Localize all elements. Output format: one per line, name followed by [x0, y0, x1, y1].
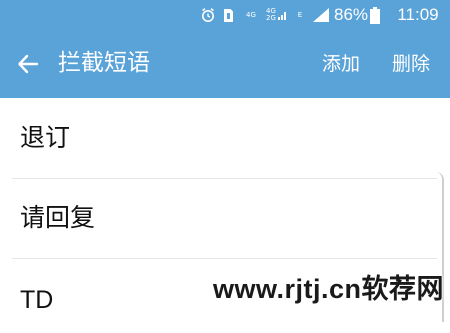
network-4g-indicator: 4G — [243, 0, 259, 30]
network-4g-label: 4G — [246, 10, 256, 19]
add-button[interactable]: 添加 — [322, 48, 360, 80]
app-bar: 拦截短语 添加 删除 — [0, 30, 450, 98]
list-item-label: 退订 — [20, 123, 71, 152]
list-item-label: 请回复 — [20, 203, 96, 232]
sim-icon — [222, 0, 234, 30]
battery-percent: 86% — [333, 5, 369, 24]
list-item[interactable]: 请回复 — [0, 178, 450, 258]
alarm-icon — [200, 0, 216, 30]
list-item-label: TD — [20, 286, 54, 314]
network-dual-indicator: 4G 2G — [262, 0, 292, 30]
signal-icon — [313, 0, 329, 30]
back-button[interactable] — [12, 48, 44, 80]
page-title: 拦截短语 — [58, 50, 150, 76]
list-item[interactable]: 退订 — [0, 98, 450, 178]
delete-button[interactable]: 删除 — [392, 48, 430, 80]
network-e-indicator: E — [297, 0, 303, 30]
network-e-label: E — [297, 10, 303, 19]
status-bar: 4G 4G 2G E 86% 11:09 — [0, 0, 450, 30]
watermark: www.rjtj.cn软荐网 — [213, 274, 445, 304]
clock: 11:09 — [397, 5, 439, 24]
signal-bars-small-icon — [277, 12, 286, 20]
arrow-left-icon — [18, 54, 39, 74]
network-dual-bottom-label: 2G — [266, 14, 276, 22]
battery-icon — [369, 0, 381, 30]
